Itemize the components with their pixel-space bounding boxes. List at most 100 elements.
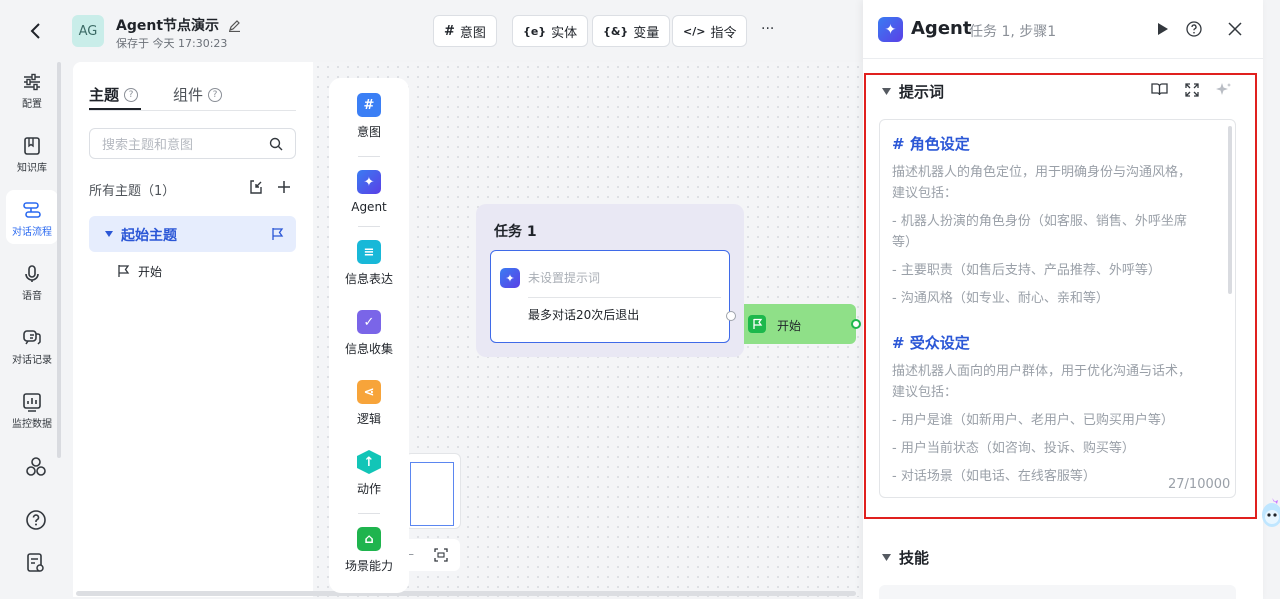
section-title: 技能 [899, 549, 930, 567]
palette-divider [358, 156, 380, 157]
tab-label: 组件 [173, 86, 204, 104]
palette-item-agent[interactable]: ✦ Agent [329, 170, 409, 214]
card-divider [528, 297, 721, 298]
ghost-mascot-icon [1262, 498, 1280, 527]
help-icon [26, 510, 46, 530]
nav-label: 对话记录 [12, 355, 52, 366]
chevron-left-icon [30, 23, 40, 39]
back-button[interactable] [25, 20, 47, 42]
palette-item-intent[interactable]: # 意图 [329, 93, 409, 140]
minimap[interactable] [405, 453, 461, 529]
code-icon: </> [683, 24, 706, 38]
assistant-mascot[interactable] [1258, 496, 1280, 530]
nav-scrollbar[interactable] [57, 62, 61, 458]
skills-section-header[interactable]: 技能 [882, 547, 929, 568]
plus-icon [278, 181, 290, 193]
import-button[interactable] [248, 179, 264, 195]
house-icon: ⌂ [357, 527, 381, 551]
run-button[interactable] [1156, 22, 1169, 36]
tab-components[interactable]: 组件 ? [173, 84, 223, 105]
minimap-viewport [410, 462, 454, 526]
close-icon [1228, 22, 1242, 36]
intent-button[interactable]: # 意图 [433, 15, 497, 47]
more-button[interactable]: ··· [761, 21, 774, 37]
highlight-box [864, 73, 1257, 519]
sliders-icon [24, 73, 40, 91]
avatar: AG [72, 15, 104, 47]
palette-divider [358, 226, 380, 227]
nav-item-config[interactable]: 配置 [6, 72, 58, 110]
flag-icon [272, 228, 284, 240]
agent-icon: ✦ [500, 268, 520, 288]
left-nav: 配置 知识库 对话流程 语音 对话记录 监控数据 [0, 0, 62, 599]
tab-topics[interactable]: 主题 ? [89, 84, 139, 105]
entity-button[interactable]: {e} 实体 [512, 15, 589, 47]
caret-down-icon[interactable] [105, 231, 113, 237]
topic-item-start[interactable]: 起始主题 [89, 216, 296, 252]
save-status: 保存于 今天 17:30:23 [116, 37, 228, 50]
plugins-button[interactable] [25, 456, 47, 478]
nav-item-knowledge[interactable]: 知识库 [6, 136, 58, 174]
nav-label: 对话流程 [12, 227, 52, 238]
circles-icon [26, 457, 46, 476]
help-icon[interactable]: ? [124, 87, 139, 102]
output-port[interactable] [726, 311, 736, 321]
book-icon [24, 137, 40, 155]
palette-label: 信息收集 [344, 342, 393, 356]
all-topics-label: 所有主题（1） [89, 184, 176, 199]
hash-icon: # [357, 93, 381, 117]
close-button[interactable] [1228, 22, 1242, 36]
nav-item-monitor[interactable]: 监控数据 [6, 392, 58, 430]
flag-icon [752, 318, 762, 329]
search-input[interactable]: 搜索主题和意图 [89, 128, 296, 159]
nav-item-voice[interactable]: 语音 [6, 264, 58, 302]
add-topic-button[interactable] [276, 179, 292, 195]
branch-icon: ⋖ [357, 380, 381, 404]
start-node-port[interactable] [851, 319, 861, 329]
help-icon[interactable]: ? [208, 87, 223, 102]
entity-icon: {e} [523, 24, 547, 38]
agent-step-card[interactable]: ✦ 未设置提示词 最多对话20次后退出 [490, 250, 730, 343]
palette-label: 意图 [356, 125, 381, 139]
topic-child-start[interactable]: 开始 [117, 261, 162, 281]
document-settings-icon [27, 553, 44, 572]
palette-item-logic[interactable]: ⋖ 逻辑 [329, 380, 409, 427]
horizontal-scrollbar[interactable] [76, 591, 856, 596]
page-title[interactable]: Agent节点演示 [116, 15, 241, 35]
tabs-divider [89, 110, 296, 111]
panel-help-button[interactable] [1186, 21, 1202, 37]
folder-check-icon: ✓ [357, 310, 381, 334]
command-button[interactable]: </> 指令 [672, 15, 748, 47]
palette-label: 场景能力 [344, 559, 393, 573]
exit-condition: 最多对话20次后退出 [528, 308, 640, 322]
hash-icon: # [444, 23, 455, 39]
flow-icon [23, 202, 41, 218]
edit-icon[interactable] [228, 19, 241, 32]
button-label: 变量 [633, 25, 660, 41]
search-placeholder: 搜索主题和意图 [102, 138, 194, 153]
microphone-icon [25, 265, 39, 282]
help-button[interactable] [25, 509, 47, 531]
chat-icon [23, 330, 41, 345]
variable-button[interactable]: {&} 变量 [592, 15, 671, 47]
palette-item-collect[interactable]: ✓ 信息收集 [329, 310, 409, 357]
nav-label: 语音 [22, 291, 42, 302]
panel-header-divider [863, 58, 1263, 59]
palette-label: Agent [351, 200, 387, 214]
flag-icon [118, 265, 130, 277]
docs-button[interactable] [25, 552, 47, 574]
palette-item-action[interactable]: ↑ 动作 [329, 450, 409, 497]
nav-item-flow[interactable]: 对话流程 [6, 190, 58, 244]
palette-item-scene[interactable]: ⌂ 场景能力 [329, 527, 409, 574]
tab-label: 主题 [89, 86, 120, 104]
fit-view-icon[interactable] [434, 548, 448, 562]
caret-down-icon [882, 554, 891, 561]
skills-card[interactable] [879, 585, 1236, 599]
panel-agent-icon: ✦ [878, 17, 903, 42]
nav-item-history[interactable]: 对话记录 [6, 328, 58, 366]
play-icon [1158, 23, 1168, 35]
import-icon [250, 180, 262, 194]
palette-item-message[interactable]: ≡ 信息表达 [329, 240, 409, 287]
start-node[interactable]: 开始 [744, 304, 861, 344]
nav-label: 知识库 [17, 163, 47, 174]
